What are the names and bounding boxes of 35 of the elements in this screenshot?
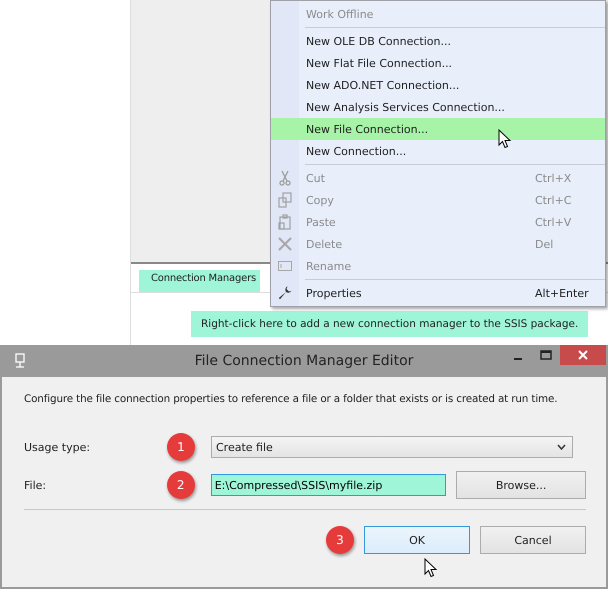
menu-item[interactable]: New Flat File Connection... bbox=[271, 52, 605, 74]
connection-managers-tab[interactable]: Connection Managers bbox=[139, 270, 260, 292]
scissors-icon bbox=[278, 170, 292, 186]
minimize-icon bbox=[514, 358, 522, 360]
step-badge: 2 bbox=[166, 471, 195, 499]
cursor-icon bbox=[424, 558, 438, 578]
close-icon bbox=[578, 350, 588, 360]
chevron-icon bbox=[557, 444, 566, 450]
menu-item[interactable]: New OLE DB Connection... bbox=[271, 30, 605, 52]
copy-icon bbox=[278, 192, 292, 208]
dialog-button[interactable]: Cancel bbox=[480, 526, 586, 554]
menu-item[interactable]: New Connection... bbox=[271, 140, 605, 162]
step-badge: 1 bbox=[167, 433, 195, 461]
wrench-icon bbox=[278, 286, 292, 300]
description-text: Configure the file connection properties to reference a file or a folder that exists or is created at run time. bbox=[24, 393, 558, 405]
field-label: Usage type: bbox=[24, 440, 92, 454]
usage-type-dropdown[interactable]: Create file bbox=[211, 436, 573, 458]
maximize-icon bbox=[540, 350, 552, 360]
menu-item[interactable]: New ADO.NET Connection... bbox=[271, 74, 605, 96]
clipboard-icon bbox=[278, 214, 292, 230]
cursor-icon bbox=[498, 129, 512, 149]
menu-item[interactable]: New Analysis Services Connection... bbox=[271, 96, 605, 118]
menu-item[interactable]: New File Connection... bbox=[271, 118, 605, 140]
delete-icon bbox=[278, 237, 292, 251]
browse-button[interactable]: Browse... bbox=[456, 471, 586, 499]
file-path-field[interactable]: E:\Compressed\SSIS\myfile.zip bbox=[210, 474, 446, 496]
menu-item[interactable]: Properties Alt+Enter bbox=[271, 282, 605, 304]
dialog-button[interactable]: OK bbox=[364, 526, 470, 554]
step-badge: 3 bbox=[326, 526, 354, 554]
field-label: File: bbox=[24, 478, 48, 492]
hint-text: Right-click here to add a new connection manager to the SSIS package. bbox=[191, 311, 588, 337]
app-icon bbox=[14, 353, 26, 369]
rename-icon bbox=[278, 261, 292, 271]
window-title: File Connection Manager Editor bbox=[194, 353, 414, 369]
close-button[interactable] bbox=[560, 345, 606, 365]
